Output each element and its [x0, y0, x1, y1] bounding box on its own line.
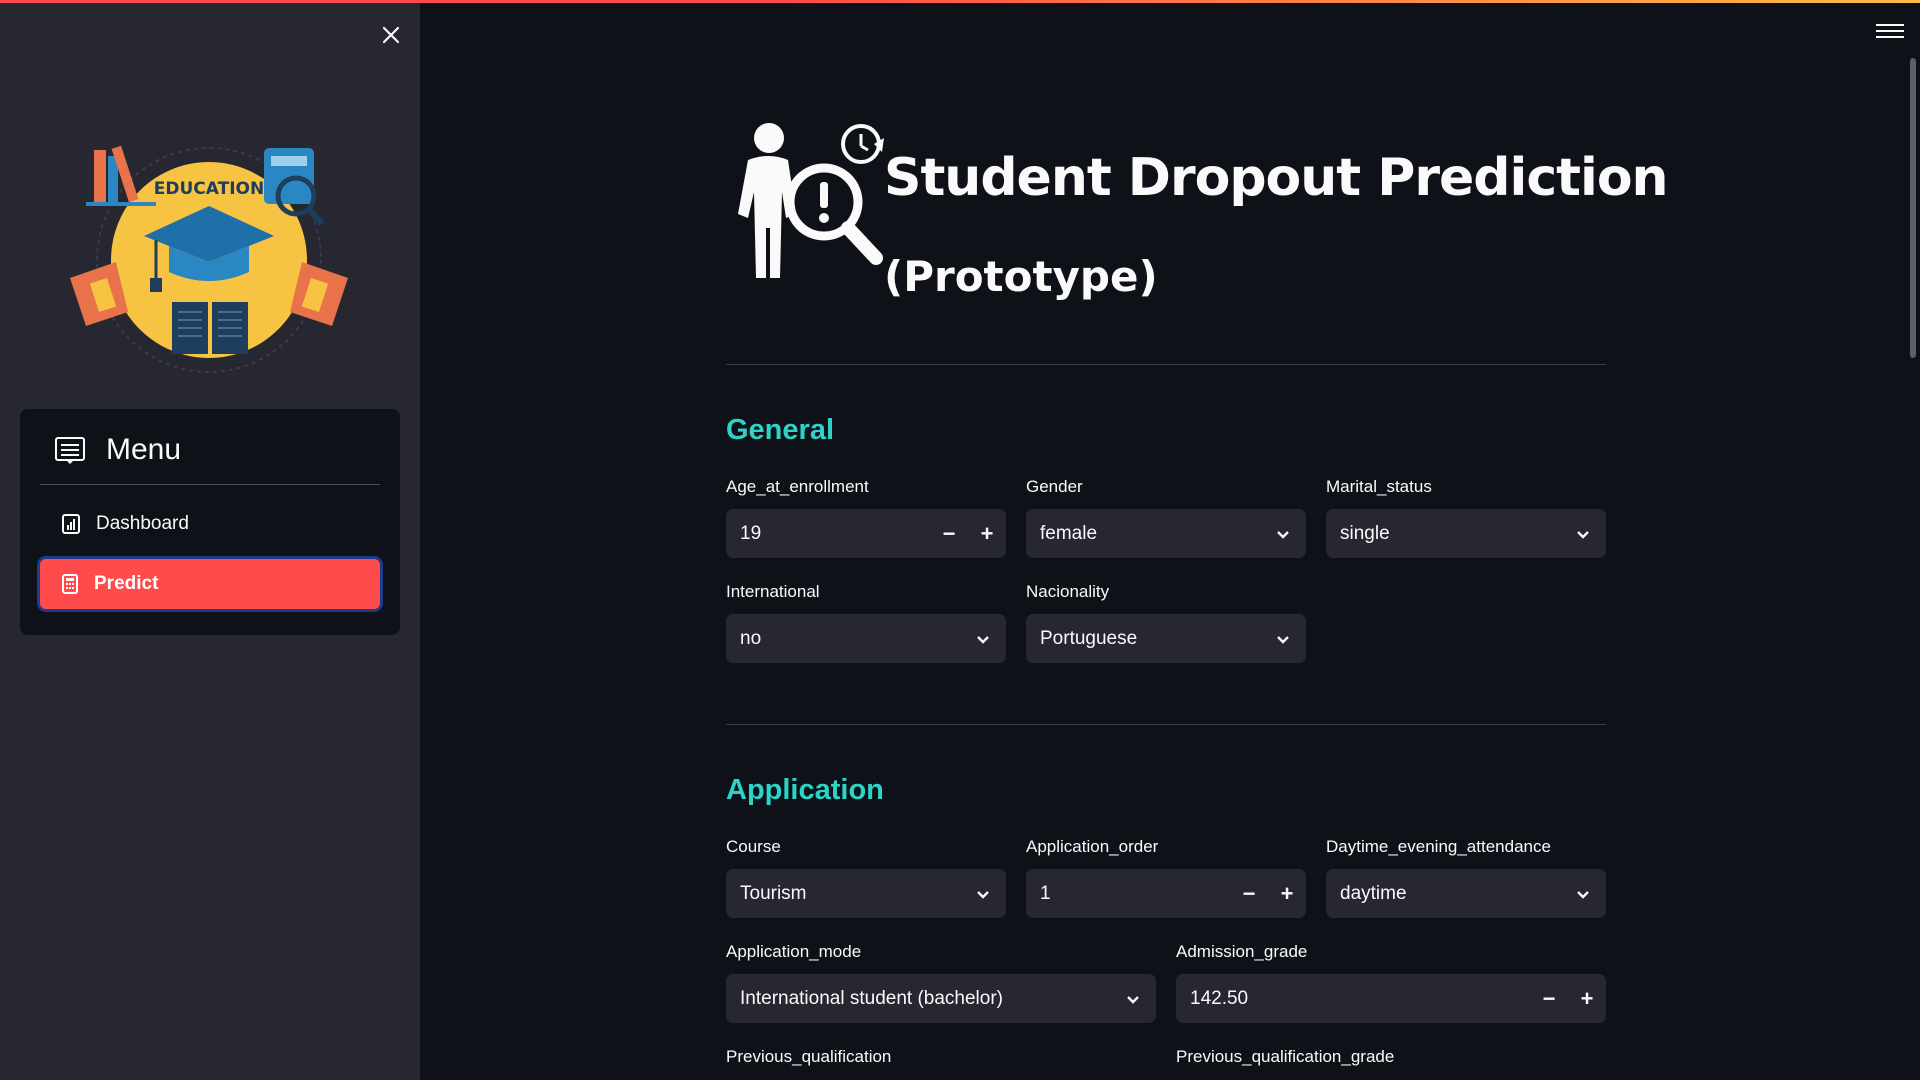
- gender-value: female: [1040, 522, 1098, 544]
- plus-icon: +: [1580, 985, 1594, 1011]
- field-application-mode: Application_mode International student (…: [726, 942, 1156, 1023]
- menu-item-predict[interactable]: Predict: [40, 559, 380, 609]
- field-label: International: [726, 582, 820, 601]
- international-select[interactable]: no: [726, 614, 1006, 663]
- field-label: Age_at_enrollment: [726, 477, 869, 496]
- field-label: Application_mode: [726, 942, 862, 961]
- marital-status-value: single: [1340, 522, 1390, 544]
- field-course: Course Tourism: [726, 837, 1006, 918]
- decrement-button[interactable]: −: [1230, 869, 1268, 918]
- logo-text: EDUCATION: [154, 179, 264, 199]
- increment-button[interactable]: +: [968, 509, 1006, 558]
- chevron-down-icon: [1277, 635, 1289, 644]
- menu-card: Menu Dashboard Predict: [20, 409, 400, 635]
- field-label: Gender: [1026, 477, 1083, 496]
- gender-select[interactable]: female: [1026, 509, 1306, 558]
- increment-button[interactable]: +: [1268, 869, 1306, 918]
- main-menu-button[interactable]: [1876, 20, 1904, 42]
- education-logo: EDUCATION: [70, 145, 348, 373]
- minus-icon: −: [1242, 880, 1256, 906]
- menu-title: Menu: [106, 433, 182, 466]
- field-gender: Gender female: [1026, 477, 1306, 558]
- close-icon: [382, 26, 400, 44]
- hamburger-line: [1876, 36, 1904, 38]
- divider: [726, 724, 1606, 725]
- section-title-application: Application: [726, 774, 884, 806]
- marital-status-select[interactable]: single: [1326, 509, 1606, 558]
- chevron-down-icon: [1277, 530, 1289, 539]
- top-decoration-bar: [0, 0, 1920, 3]
- field-label: Marital_status: [1326, 477, 1432, 496]
- menu-item-label: Dashboard: [96, 513, 189, 534]
- field-international: International no: [726, 582, 1006, 663]
- field-previous-qualification-grade: Previous_qualification_grade: [1176, 1047, 1606, 1079]
- decrement-button[interactable]: −: [930, 509, 968, 558]
- hamburger-line: [1876, 30, 1904, 32]
- page-subtitle: (Prototype): [884, 252, 1158, 301]
- hamburger-icon: [1876, 24, 1904, 26]
- admission-grade-number-input: 142.50 − +: [1176, 974, 1606, 1023]
- close-sidebar-button[interactable]: [376, 20, 406, 50]
- field-application-order: Application_order 1 − +: [1026, 837, 1306, 918]
- minus-icon: −: [1542, 985, 1556, 1011]
- field-age: Age_at_enrollment 19 − +: [726, 477, 1006, 558]
- field-label: Previous_qualification: [726, 1047, 892, 1066]
- nationality-value: Portuguese: [1040, 627, 1138, 649]
- application-order-number-input: 1 − +: [1026, 869, 1306, 918]
- application-mode-value: International student (bachelor): [740, 987, 1003, 1009]
- menu-list-icon: [55, 437, 85, 464]
- age-value[interactable]: 19: [740, 523, 930, 545]
- field-label: Application_order: [1026, 837, 1159, 856]
- divider: [726, 364, 1606, 365]
- plus-icon: +: [1280, 880, 1294, 906]
- scrollbar[interactable]: [1910, 58, 1916, 358]
- application-order-value[interactable]: 1: [1040, 883, 1230, 905]
- application-mode-select[interactable]: International student (bachelor): [726, 974, 1156, 1023]
- menu-item-dashboard[interactable]: Dashboard: [40, 499, 380, 549]
- course-value: Tourism: [740, 882, 807, 904]
- attendance-select[interactable]: daytime: [1326, 869, 1606, 918]
- page-title: Student Dropout Prediction: [884, 148, 1669, 208]
- field-attendance: Daytime_evening_attendance daytime: [1326, 837, 1606, 918]
- chevron-down-icon: [1127, 995, 1139, 1004]
- field-label: Previous_qualification_grade: [1176, 1047, 1395, 1066]
- field-label: Admission_grade: [1176, 942, 1308, 961]
- section-title-general: General: [726, 414, 834, 446]
- field-nationality: Nacionality Portuguese: [1026, 582, 1306, 663]
- course-select[interactable]: Tourism: [726, 869, 1006, 918]
- field-label: Nacionality: [1026, 582, 1110, 601]
- increment-button[interactable]: +: [1568, 974, 1606, 1023]
- admission-grade-value[interactable]: 142.50: [1190, 988, 1530, 1010]
- field-marital-status: Marital_status single: [1326, 477, 1606, 558]
- field-label: Course: [726, 837, 781, 856]
- dropout-search-icon: [738, 123, 884, 278]
- international-value: no: [740, 627, 762, 649]
- chevron-down-icon: [977, 890, 989, 899]
- decrement-button[interactable]: −: [1530, 974, 1568, 1023]
- dashboard-icon: [62, 514, 80, 534]
- field-previous-qualification: Previous_qualification: [726, 1047, 1156, 1079]
- plus-icon: +: [980, 520, 994, 546]
- chevron-down-icon: [1577, 530, 1589, 539]
- age-number-input: 19 − +: [726, 509, 1006, 558]
- menu-header: Menu: [54, 433, 181, 467]
- sidebar: EDUCATION Menu Dashboard Predict: [0, 0, 420, 1080]
- minus-icon: −: [942, 520, 956, 546]
- menu-item-label: Predict: [94, 573, 159, 594]
- chevron-down-icon: [977, 635, 989, 644]
- nationality-select[interactable]: Portuguese: [1026, 614, 1306, 663]
- menu-divider: [40, 484, 380, 485]
- field-admission-grade: Admission_grade 142.50 − +: [1176, 942, 1606, 1023]
- field-label: Daytime_evening_attendance: [1326, 837, 1551, 856]
- chevron-down-icon: [1577, 890, 1589, 899]
- calculator-icon: [62, 574, 78, 594]
- attendance-value: daytime: [1340, 882, 1407, 904]
